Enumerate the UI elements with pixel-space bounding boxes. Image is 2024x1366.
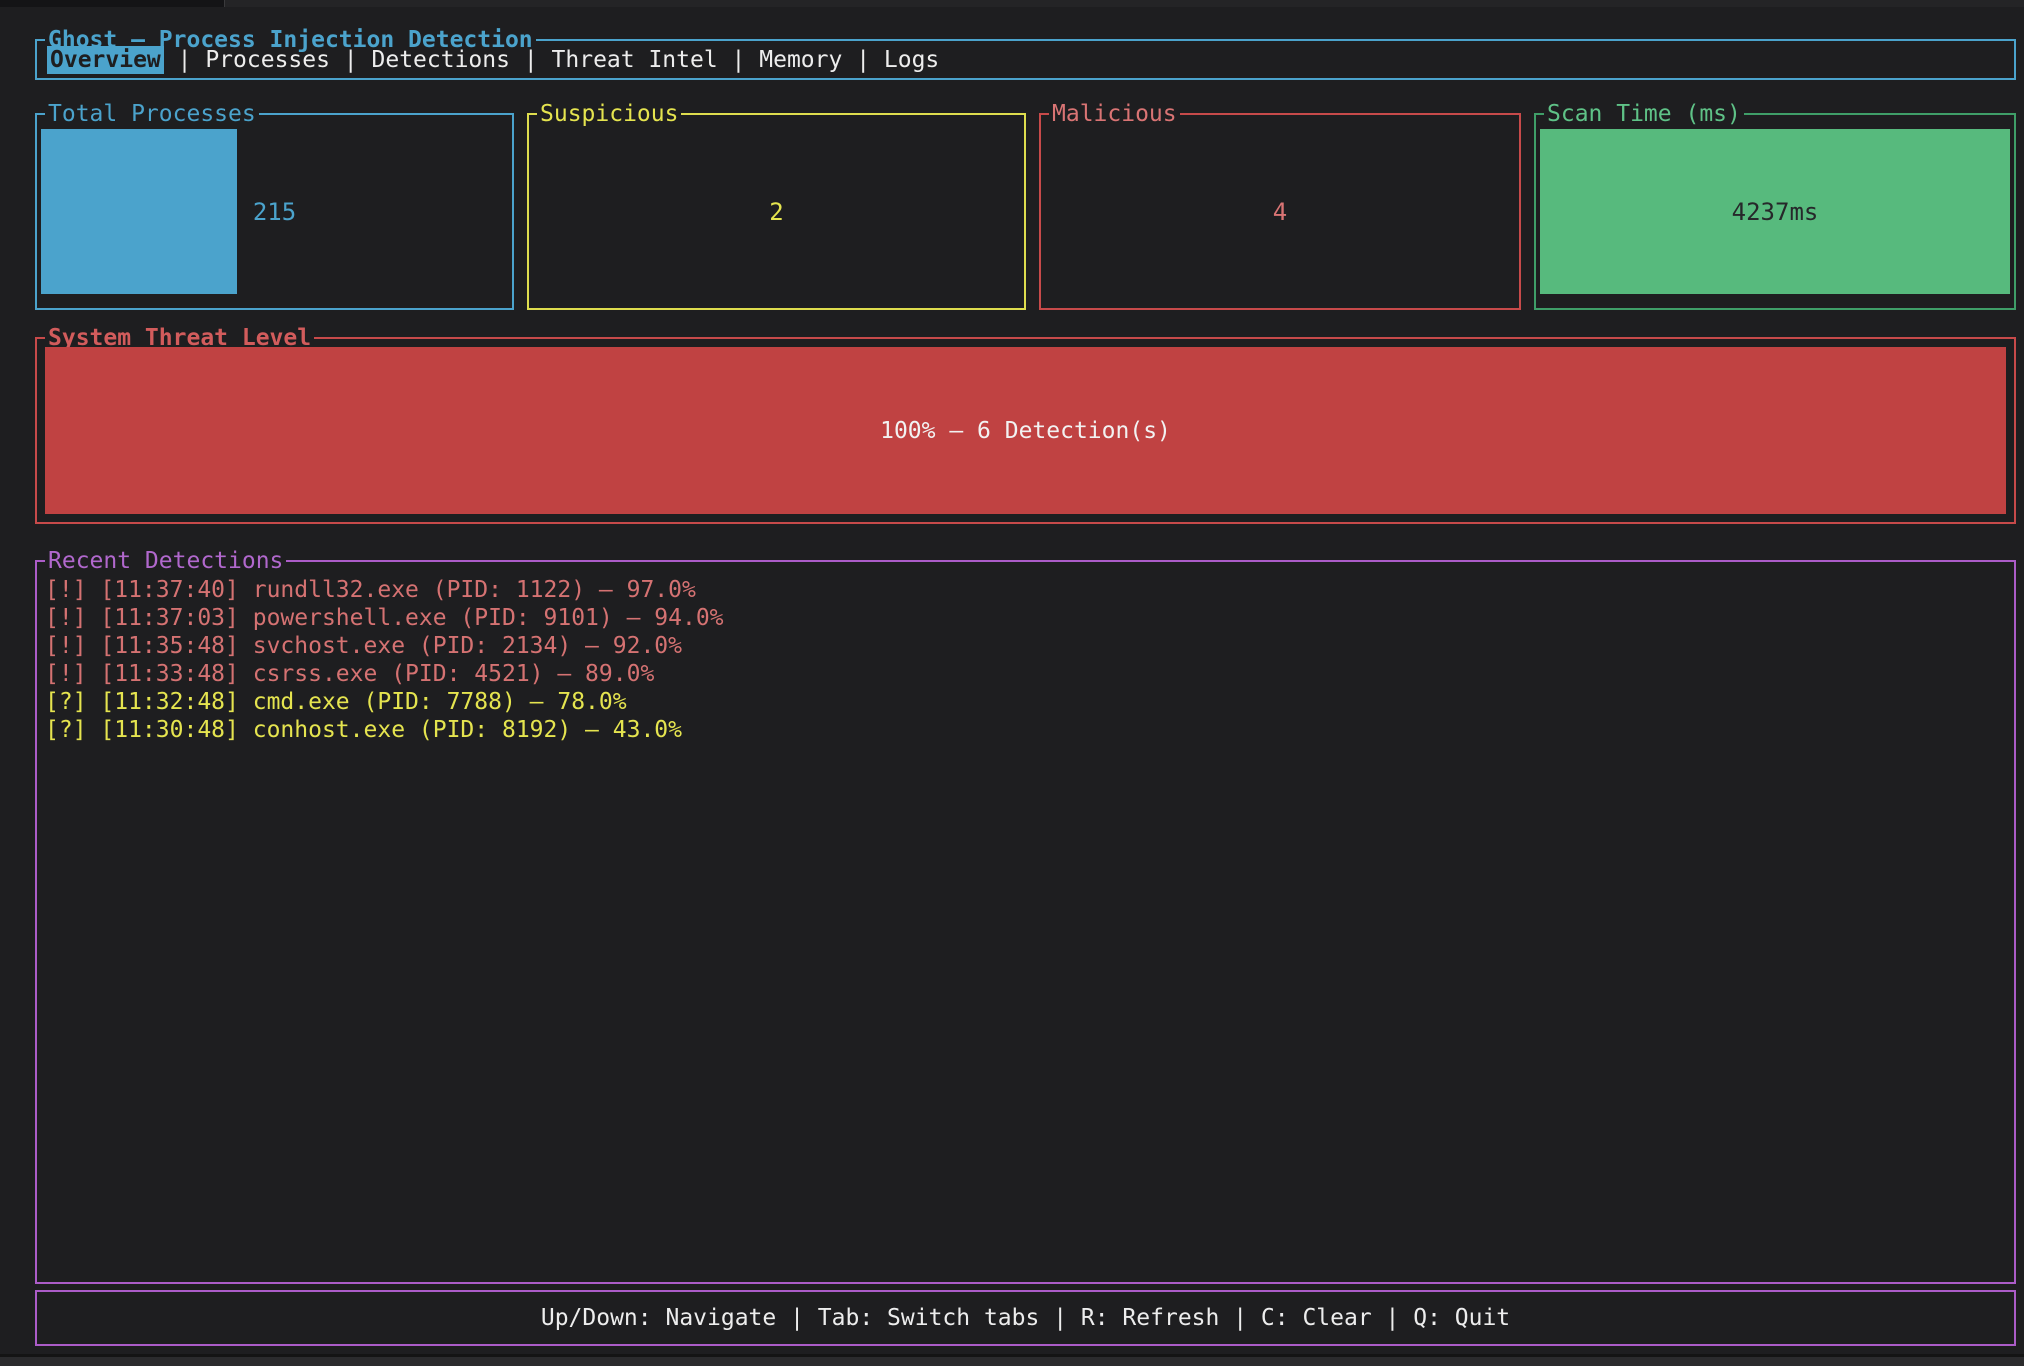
detection-row[interactable]: [!] [11:37:40] rundll32.exe (PID: 1122) — … bbox=[45, 576, 2006, 604]
tab-separator: | bbox=[524, 47, 538, 73]
threat-level-gauge: 100% — 6 Detection(s) bbox=[45, 347, 2006, 514]
severity-marker-icon: [!] bbox=[45, 576, 87, 604]
tab-threat-intel[interactable]: Threat Intel bbox=[552, 47, 718, 73]
recent-detections-label: Recent Detections bbox=[45, 547, 286, 575]
detection-row[interactable]: [!] [11:33:48] csrss.exe (PID: 4521) — 89.… bbox=[45, 660, 2006, 688]
severity-marker-icon: [!] bbox=[45, 660, 87, 688]
stat-suspicious-value: 2 bbox=[529, 115, 1024, 308]
terminal-top-edge-segment bbox=[0, 0, 225, 7]
stat-suspicious: Suspicious 2 bbox=[527, 113, 1026, 310]
detection-detail: rundll32.exe (PID: 1122) — 97.0% bbox=[253, 576, 696, 604]
stat-scan-time-value: 4237ms bbox=[1536, 115, 2014, 308]
tab-processes[interactable]: Processes bbox=[205, 47, 330, 73]
stat-scan-time: Scan Time (ms) 4237ms bbox=[1534, 113, 2016, 310]
detection-time: [11:30:48] bbox=[100, 716, 238, 744]
detection-row[interactable]: [?] [11:32:48] cmd.exe (PID: 7788) — 78.0% bbox=[45, 688, 2006, 716]
terminal-top-edge bbox=[0, 0, 2024, 7]
stat-malicious-value: 4 bbox=[1041, 115, 1519, 308]
detection-time: [11:35:48] bbox=[100, 632, 238, 660]
tab-overview[interactable]: Overview bbox=[47, 46, 164, 74]
detection-time: [11:37:40] bbox=[100, 576, 238, 604]
stat-total-processes-value: 215 bbox=[37, 115, 512, 308]
help-bar: Up/Down: Navigate | Tab: Switch tabs | R… bbox=[35, 1290, 2016, 1346]
header-tab-panel: Ghost — Process Injection Detection Over… bbox=[35, 39, 2016, 80]
stat-total-processes: Total Processes 215 bbox=[35, 113, 514, 310]
severity-marker-icon: [!] bbox=[45, 632, 87, 660]
detection-row[interactable]: [!] [11:35:48] svchost.exe (PID: 2134) — 9… bbox=[45, 632, 2006, 660]
detection-time: [11:33:48] bbox=[100, 660, 238, 688]
stat-malicious: Malicious 4 bbox=[1039, 113, 1521, 310]
threat-level-gauge-text: 100% — 6 Detection(s) bbox=[880, 418, 1171, 444]
detection-time: [11:32:48] bbox=[100, 688, 238, 716]
detection-detail: powershell.exe (PID: 9101) — 94.0% bbox=[253, 604, 724, 632]
severity-marker-icon: [!] bbox=[45, 604, 87, 632]
detection-detail: svchost.exe (PID: 2134) — 92.0% bbox=[253, 632, 682, 660]
system-threat-level-panel: System Threat Level 100% — 6 Detection(s… bbox=[35, 337, 2016, 524]
tab-logs[interactable]: Logs bbox=[884, 47, 939, 73]
tab-separator: | bbox=[732, 47, 746, 73]
severity-marker-icon: [?] bbox=[45, 688, 87, 716]
detection-detail: csrss.exe (PID: 4521) — 89.0% bbox=[253, 660, 655, 688]
recent-detections-panel: Recent Detections [!][11:37:40]rundll32.… bbox=[35, 560, 2016, 1284]
tab-memory[interactable]: Memory bbox=[759, 47, 842, 73]
tab-separator: | bbox=[178, 47, 192, 73]
tab-bar: Overview | Processes | Detections | Thre… bbox=[47, 41, 939, 78]
detection-detail: cmd.exe (PID: 7788) — 78.0% bbox=[253, 688, 627, 716]
tab-detections[interactable]: Detections bbox=[372, 47, 510, 73]
detection-time: [11:37:03] bbox=[100, 604, 238, 632]
severity-marker-icon: [?] bbox=[45, 716, 87, 744]
detection-detail: conhost.exe (PID: 8192) — 43.0% bbox=[253, 716, 682, 744]
tab-separator: | bbox=[856, 47, 870, 73]
detection-row[interactable]: [!] [11:37:03] powershell.exe (PID: 9101) … bbox=[45, 604, 2006, 632]
detection-row[interactable]: [?] [11:30:48] conhost.exe (PID: 8192) — 4… bbox=[45, 716, 2006, 744]
help-bar-text: Up/Down: Navigate | Tab: Switch tabs | R… bbox=[37, 1292, 2014, 1344]
detections-list: [!] [11:37:40] rundll32.exe (PID: 1122) — … bbox=[45, 576, 2006, 744]
tab-separator: | bbox=[344, 47, 358, 73]
terminal-bottom-edge bbox=[0, 1354, 2024, 1366]
